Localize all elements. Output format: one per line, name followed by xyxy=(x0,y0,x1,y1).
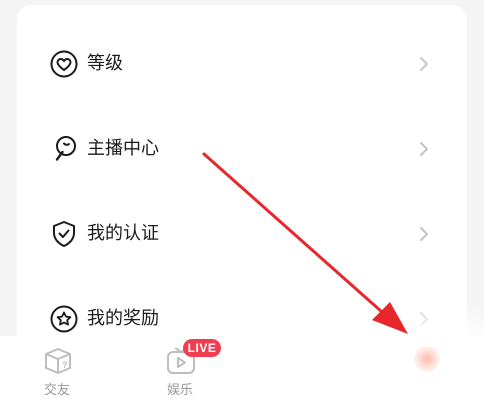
menu-item-verification[interactable]: 我的认证 xyxy=(17,204,467,264)
live-badge: LIVE xyxy=(183,339,221,357)
heart-badge-icon xyxy=(50,50,78,78)
screen: 等级 主播中心 我的认证 我的奖励 ? 交友 娱乐 LIVE xyxy=(0,0,484,402)
star-badge-icon xyxy=(50,305,78,333)
menu-item-streamer-center[interactable]: 主播中心 xyxy=(17,119,467,179)
menu-item-label: 主播中心 xyxy=(87,138,159,159)
svg-text:?: ? xyxy=(62,360,68,370)
menu-item-level[interactable]: 等级 xyxy=(17,34,467,94)
menu-item-label: 等级 xyxy=(87,53,123,74)
menu-item-label: 我的奖励 xyxy=(87,308,159,329)
cube-question-icon: ? xyxy=(45,348,71,374)
chevron-right-icon xyxy=(420,142,428,156)
nav-tab-friends[interactable]: ? 交友 xyxy=(17,336,97,402)
chevron-right-icon xyxy=(420,312,428,326)
chevron-right-icon xyxy=(420,227,428,241)
chevron-right-icon xyxy=(420,57,428,71)
bottom-nav: ? 交友 娱乐 xyxy=(0,336,484,402)
microphone-icon xyxy=(55,136,76,161)
shield-check-icon xyxy=(53,221,75,247)
nav-tab-label: 娱乐 xyxy=(166,383,193,398)
settings-card: 等级 主播中心 我的认证 我的奖励 xyxy=(17,5,467,365)
menu-item-label: 我的认证 xyxy=(87,223,159,244)
nav-tab-label: 交友 xyxy=(43,383,70,398)
